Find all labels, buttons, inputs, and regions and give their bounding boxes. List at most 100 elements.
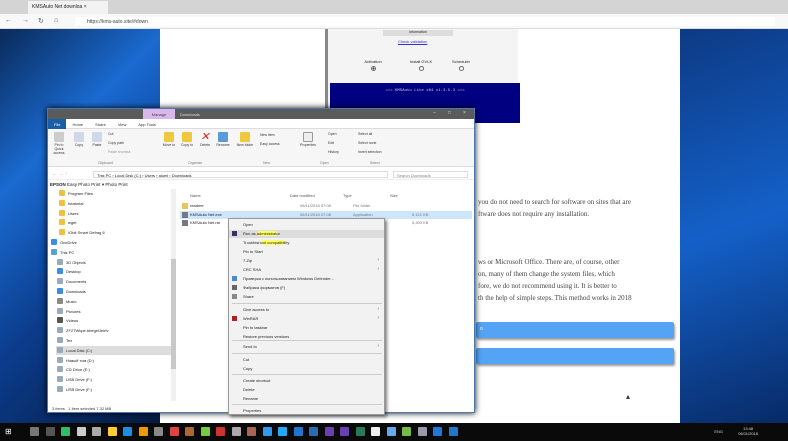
nav-item[interactable]: Users — [58, 209, 173, 218]
taskbar-app-icon[interactable] — [231, 427, 241, 436]
nav-item[interactable]: ZF2TWkpe.bbegelJeirfv — [56, 326, 171, 335]
taskbar-app-icon[interactable] — [169, 427, 179, 436]
nav-item[interactable]: Tex — [56, 336, 171, 345]
maximize-button[interactable]: □ — [448, 110, 451, 116]
taskbar-app-icon[interactable] — [448, 427, 458, 436]
taskbar-app-icon[interactable] — [309, 427, 318, 436]
download-button[interactable]: o — [476, 322, 674, 338]
copy-path-button[interactable]: Copy path — [108, 141, 124, 145]
nav-item[interactable]: tutatorial — [58, 199, 173, 208]
taskbar-app-icon[interactable] — [371, 427, 380, 436]
title-bar[interactable]: Manage Downloads – □ × — [48, 109, 474, 119]
edit-button[interactable]: Edit — [328, 141, 334, 145]
photo-print[interactable]: Photo Print — [105, 182, 127, 187]
easy-photo-print[interactable]: Easy Photo Print — [67, 182, 101, 187]
history-button[interactable]: History — [328, 150, 339, 154]
nav-item[interactable]: CD Drive (E:) — [56, 365, 171, 374]
properties-button[interactable]: Properties — [296, 132, 320, 147]
column-type[interactable]: Type — [343, 193, 352, 198]
menu-item[interactable]: Properties — [229, 407, 384, 415]
nav-item[interactable]: Downloads — [56, 287, 171, 296]
close-button[interactable]: × — [463, 110, 466, 116]
taskbar-app-icon[interactable] — [433, 427, 442, 436]
taskbar-app-icon[interactable] — [76, 427, 86, 436]
taskbar-app-icon[interactable] — [324, 427, 334, 436]
open-button[interactable]: Open — [328, 132, 337, 136]
menu-item[interactable]: 7-Zip › — [229, 257, 384, 265]
menu-item[interactable]: Give access to › — [229, 306, 384, 314]
taskbar-app-icon[interactable] — [278, 427, 287, 436]
nav-item[interactable]: wget — [58, 218, 173, 227]
taskbar-app-icon[interactable] — [200, 427, 210, 436]
taskbar-app-icon[interactable] — [45, 427, 55, 436]
menu-item[interactable]: Фабрика форматов (F) — [229, 284, 384, 292]
nav-item[interactable]: OneDrive — [50, 238, 165, 247]
nav-item[interactable]: IObit Smart Defrag 6 — [58, 228, 173, 237]
menu-item[interactable]: Troubleshoot compatibility — [229, 239, 384, 247]
breadcrumb-item[interactable]: alumi — [159, 173, 169, 178]
taskbar-app-icon[interactable] — [340, 427, 349, 436]
menu-item[interactable]: Delete — [229, 386, 384, 394]
up-arrow-icon[interactable]: ▴ — [626, 392, 630, 401]
nav-item[interactable]: Desktop — [56, 267, 171, 276]
menu-item[interactable]: Open — [229, 221, 384, 229]
close-tab-icon[interactable]: × — [84, 4, 87, 10]
taskbar-app-icon[interactable] — [293, 427, 303, 436]
nav-item[interactable]: Documents — [56, 277, 171, 286]
menu-item[interactable]: Share — [229, 293, 384, 301]
taskbar-app-icon[interactable] — [262, 427, 272, 436]
nav-item[interactable]: Program Files — [58, 189, 173, 198]
home-button[interactable]: ⌂ — [54, 17, 58, 24]
nav-item[interactable]: Local Disk (C:) — [56, 345, 171, 355]
menu-item[interactable]: WinRAR › — [229, 315, 384, 323]
nav-scrollbar-thumb[interactable] — [171, 259, 176, 369]
pin-quick-access-button[interactable]: Pin to Quick access — [50, 132, 68, 155]
refresh-button[interactable]: ↻ — [38, 17, 44, 25]
taskbar-app-icon[interactable] — [216, 427, 225, 436]
select-all-button[interactable]: Select all — [358, 132, 372, 136]
new-item-button[interactable]: New item — [260, 133, 275, 137]
forward-button[interactable]: → — [22, 17, 29, 24]
information-button[interactable]: Information — [383, 30, 453, 36]
taskbar-app-icon[interactable] — [123, 427, 132, 436]
taskbar-app-icon[interactable] — [355, 427, 365, 436]
menu-item[interactable]: Pin to Start — [229, 248, 384, 256]
taskbar-app-icon[interactable] — [185, 427, 194, 436]
menu-item[interactable]: Pin to taskbar — [229, 324, 384, 332]
copy-to-button[interactable]: Copy to — [178, 132, 196, 147]
paste-button[interactable]: Paste — [88, 132, 106, 147]
menu-item[interactable]: Create shortcut — [229, 377, 384, 385]
language-indicator[interactable]: ENG — [714, 429, 723, 434]
new-folder-button[interactable]: New folder — [236, 132, 254, 147]
rename-button[interactable]: Rename — [214, 132, 232, 147]
breadcrumb-item[interactable]: Local Disk (C:) — [115, 173, 141, 178]
taskbar-app-icon[interactable] — [417, 427, 427, 436]
delete-button[interactable]: ✕ Delete — [196, 132, 214, 148]
radio-scheduler[interactable]: Scheduler — [446, 59, 476, 73]
back-button[interactable]: ← — [5, 17, 12, 24]
url-field[interactable]: https://kms-auto.site/#down — [75, 17, 775, 26]
radio-activation[interactable]: Activation — [358, 59, 388, 73]
menu-item[interactable]: Copy — [229, 365, 384, 373]
easy-access-button[interactable]: Easy access — [260, 142, 280, 146]
select-none-button[interactable]: Select none — [358, 141, 377, 145]
radio-install-gvlk[interactable]: Install GVLK — [406, 59, 436, 73]
nav-item[interactable]: Music — [56, 297, 171, 306]
browser-tab[interactable]: KMSAuto Net downloa × — [28, 1, 108, 14]
nav-item[interactable]: 3D Objects — [56, 258, 171, 267]
column-date[interactable]: Date modified — [290, 193, 315, 198]
nav-item[interactable]: Pictures — [56, 307, 171, 316]
back-icon[interactable]: ← → ↑ — [52, 171, 67, 177]
breadcrumb-item[interactable]: Users — [145, 173, 155, 178]
nav-item[interactable]: Новый том (D:) — [56, 356, 171, 365]
taskbar-app-icon[interactable] — [247, 427, 256, 436]
invert-selection-button[interactable]: Invert selection — [358, 150, 382, 154]
menu-item[interactable]: CRC SHA › — [229, 266, 384, 274]
search-input[interactable]: Search Downloads — [393, 171, 468, 178]
move-to-button[interactable]: Move to — [160, 132, 178, 147]
breadcrumb-item[interactable]: This PC — [97, 173, 111, 178]
download-button-2[interactable] — [476, 348, 674, 364]
taskbar-app-icon[interactable] — [61, 427, 70, 436]
manage-tab[interactable]: Manage — [143, 109, 175, 119]
paste-shortcut-button[interactable]: Paste shortcut — [108, 150, 130, 154]
